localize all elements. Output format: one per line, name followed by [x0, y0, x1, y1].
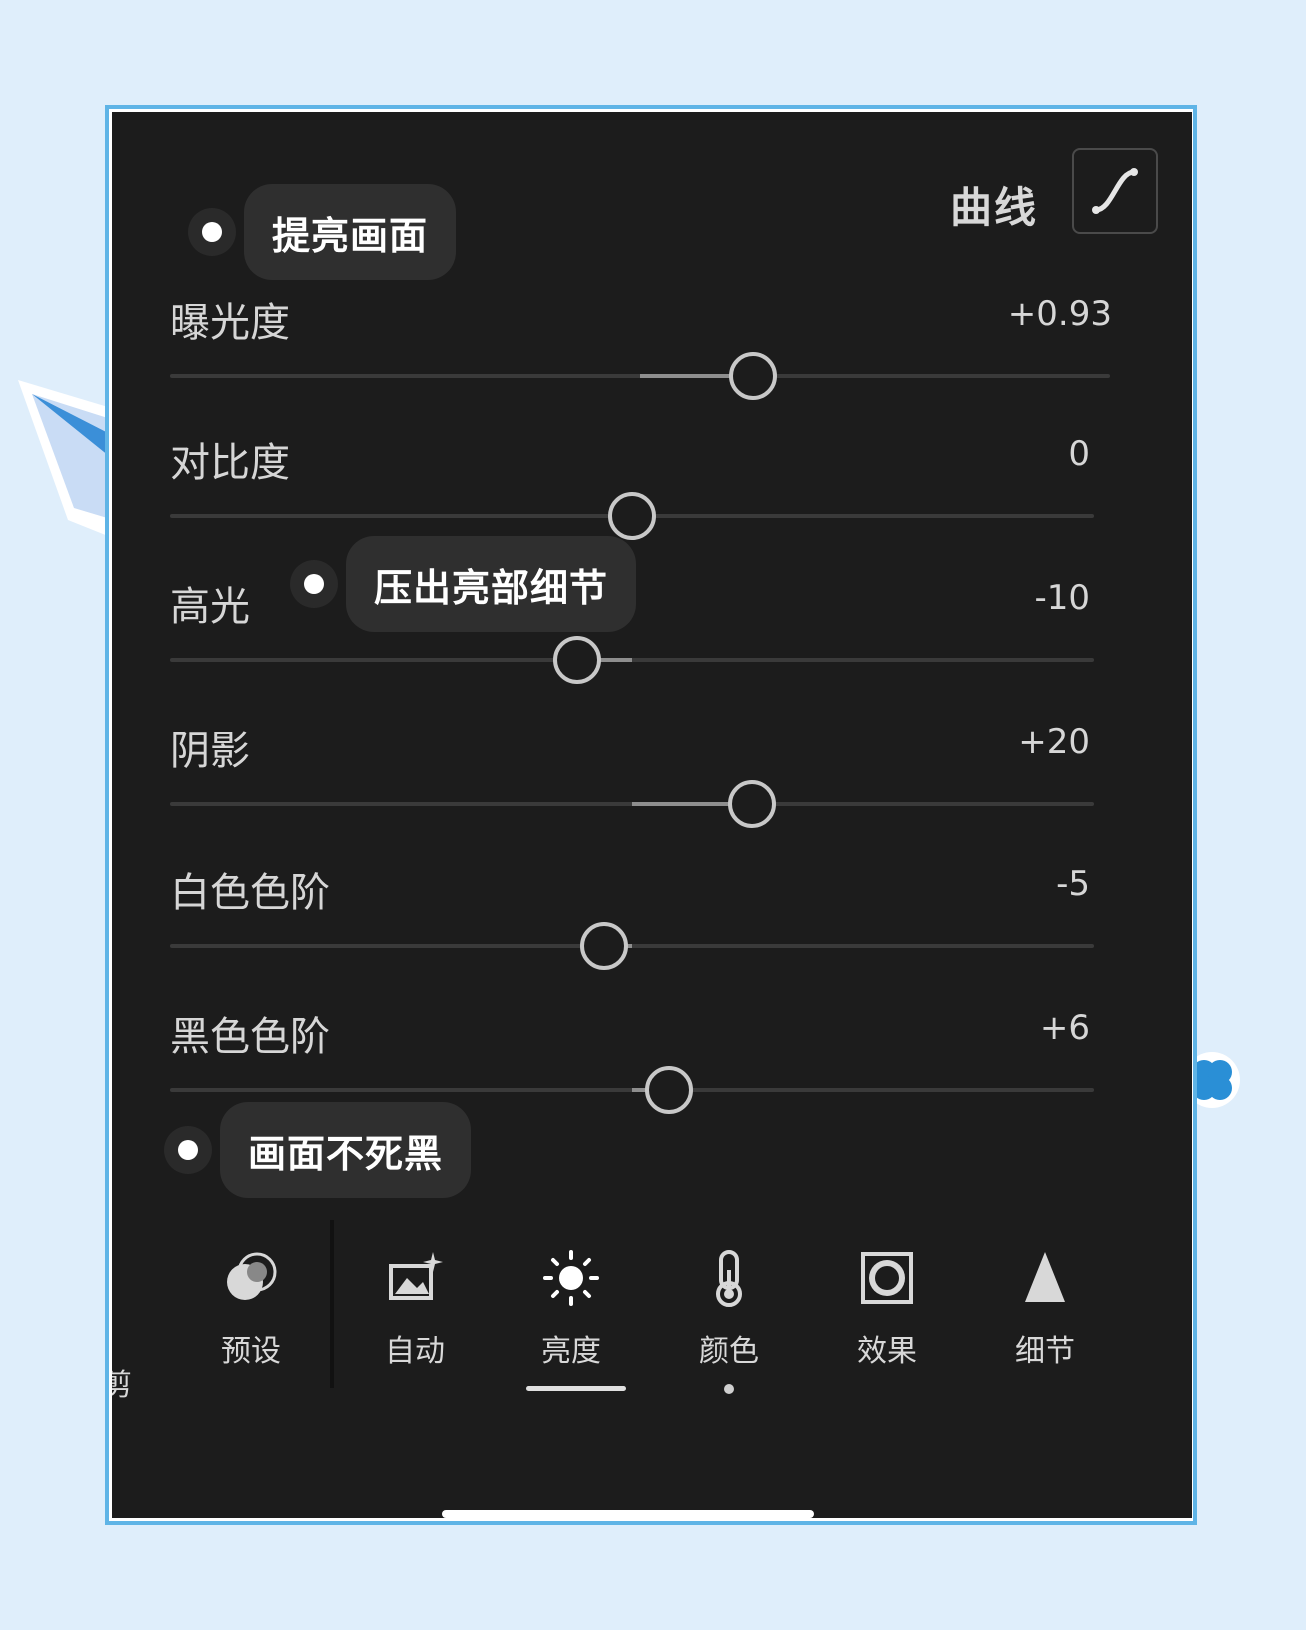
slider-knob[interactable]	[644, 1066, 693, 1114]
slider-label: 对比度	[170, 440, 290, 486]
curve-label: 曲线	[950, 183, 1039, 232]
slider-knob[interactable]	[728, 780, 777, 828]
nav-item-color[interactable]: 颜色	[664, 1242, 794, 1370]
slider-value[interactable]: -10	[1034, 578, 1090, 618]
color-indicator-dot	[724, 1384, 734, 1394]
slider-label: 阴影	[170, 728, 250, 774]
nav-label-brightness: 亮度	[541, 1334, 601, 1369]
presets-icon	[227, 1252, 277, 1300]
detail-icon	[1025, 1252, 1065, 1302]
paper-plane-decoration	[18, 380, 118, 540]
nav-label-color: 颜色	[699, 1334, 759, 1369]
slider-value[interactable]: +0.93	[1008, 294, 1112, 334]
callout-highlight-detail: 压出亮部细节	[346, 536, 637, 632]
toolbar-divider	[330, 1220, 334, 1388]
nav-label-effects: 效果	[857, 1334, 917, 1369]
slider-knob[interactable]	[580, 922, 629, 970]
callout-no-crushed-black: 画面不死黑	[220, 1102, 472, 1198]
slider-value[interactable]: +20	[1018, 722, 1090, 762]
slider-value[interactable]: 0	[1068, 434, 1090, 474]
nav-label-presets: 预设	[221, 1334, 281, 1369]
annotation-dot	[188, 208, 236, 256]
annotation-dot	[164, 1126, 212, 1174]
slider-knob[interactable]	[608, 492, 656, 540]
slider-label: 白色色阶	[170, 870, 330, 916]
curve-icon	[1092, 168, 1138, 214]
annotation-dot	[290, 560, 338, 608]
active-tab-indicator	[526, 1386, 626, 1391]
nav-label-auto: 自动	[385, 1334, 445, 1369]
color-temperature-icon	[716, 1250, 742, 1307]
nav-label-detail: 细节	[1015, 1334, 1075, 1369]
auto-icon	[389, 1252, 443, 1300]
slider-knob[interactable]	[552, 636, 601, 684]
slider-track[interactable]	[170, 658, 1094, 662]
slider-value[interactable]: -5	[1056, 864, 1090, 904]
slider-label: 曝光度	[170, 300, 290, 346]
effects-icon	[861, 1252, 913, 1304]
home-indicator	[442, 1510, 814, 1518]
callout-brighten: 提亮画面	[244, 184, 457, 280]
nav-item-detail[interactable]: 细节	[980, 1242, 1110, 1370]
slider-knob[interactable]	[728, 352, 777, 400]
slider-label: 黑色色阶	[170, 1014, 330, 1060]
brightness-icon	[543, 1250, 599, 1306]
bottom-toolbar: 剪 预设 自动 亮度 颜色 效果 细节	[112, 1220, 1192, 1518]
slider-track[interactable]	[170, 944, 1094, 948]
slider-value[interactable]: +6	[1040, 1008, 1090, 1048]
slider-label: 高光	[170, 584, 250, 630]
nav-item-effects[interactable]: 效果	[822, 1242, 952, 1370]
nav-item-brightness[interactable]: 亮度	[506, 1242, 636, 1370]
nav-item-cut-partial[interactable]: 剪	[112, 1360, 132, 1404]
nav-item-presets[interactable]: 预设	[186, 1242, 316, 1370]
light-adjust-panel: 曲线 提亮画面 曝光度 +0.93 对比度 0 高光 -10 阴影 +20 白色色阶 -5 黑色色阶…	[112, 112, 1192, 1518]
curve-button[interactable]	[1072, 148, 1158, 234]
nav-item-auto[interactable]: 自动	[350, 1242, 480, 1370]
